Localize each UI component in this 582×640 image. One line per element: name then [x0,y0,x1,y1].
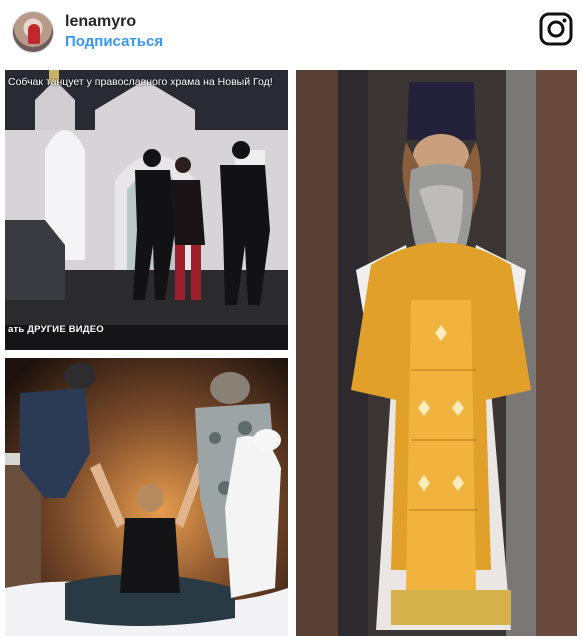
church-dance-image [5,70,288,350]
ice-bath-image[interactable] [5,358,288,636]
username[interactable]: lenamyro [65,13,136,31]
priest-costume-image[interactable] [296,70,577,636]
follow-button[interactable]: Подписаться [65,33,163,50]
video-thumbnail[interactable]: Собчак танцует у православного храма на … [5,70,288,350]
instagram-icon[interactable] [539,12,573,46]
photo-collage[interactable]: Собчак танцует у православного храма на … [0,62,582,640]
ice-bath-photo [5,358,288,636]
more-videos-link[interactable]: ать ДРУГИЕ ВИДЕО [8,324,104,335]
video-title: Собчак танцует у православного храма на … [8,76,273,88]
post-header: lenamyro Подписаться [0,0,582,62]
priest-costume-photo [296,70,577,636]
profile-avatar[interactable] [12,11,54,53]
